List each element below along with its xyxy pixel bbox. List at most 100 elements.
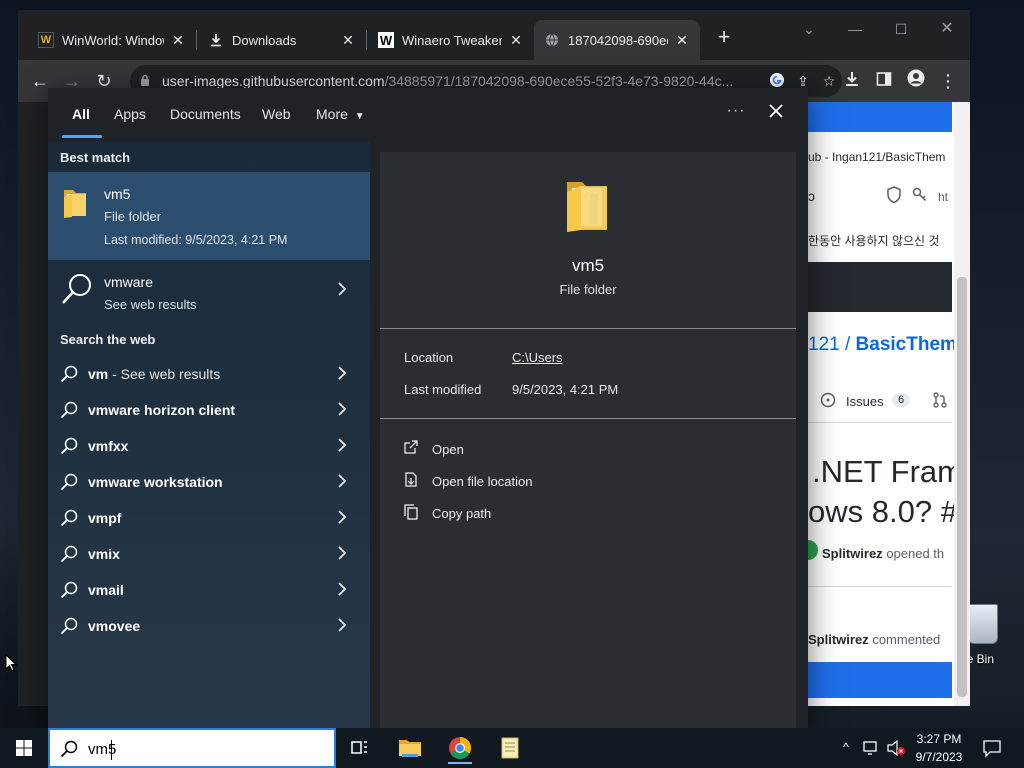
browser-tab-downloads[interactable]: Downloads ✕ [198,20,366,60]
issue-author-link[interactable]: Splitwirez [822,546,883,561]
comment-author-link[interactable]: Splitwirez [808,632,869,647]
suggestion-label: vmfxx [88,438,128,454]
downloads-icon[interactable] [838,67,866,95]
key-icon[interactable] [912,186,930,204]
suggestion-item[interactable]: vmix [48,536,370,572]
action-open[interactable]: Open [380,434,796,464]
divider [808,422,952,423]
side-panel-icon[interactable] [870,67,898,95]
browser-menu-icon[interactable]: ⋮ [934,67,962,95]
chevron-right-icon[interactable] [334,582,350,598]
issues-icon [820,392,836,408]
close-window-button[interactable]: ✕ [924,14,970,44]
pull-request-icon[interactable] [932,392,948,408]
shield-icon[interactable] [886,186,904,204]
tab-web[interactable]: Web [262,106,291,122]
issues-tab[interactable]: Issues [846,394,884,409]
suggestion-bold: vmware workstation [88,474,223,490]
tab-search-chevron-icon[interactable]: ⌄ [786,14,832,44]
suggestion-item[interactable]: vm - See web results [48,356,370,392]
chevron-right-icon[interactable] [334,366,350,382]
chrome-taskbar-button[interactable] [440,732,480,764]
folder-large-icon [564,176,610,232]
page-scrollbar[interactable] [954,102,970,706]
action-label: Open [432,442,464,457]
profile-avatar-icon[interactable] [902,67,930,95]
chevron-right-icon[interactable] [334,474,350,490]
action-copy-path[interactable]: Copy path [380,498,796,528]
suggestion-label: vmware horizon client [88,402,235,418]
close-tab-icon[interactable]: ✕ [340,32,356,49]
best-match-heading: Best match [60,150,131,165]
close-tab-icon[interactable]: ✕ [674,32,690,49]
new-tab-button[interactable]: + [710,24,738,52]
web-result-vmware[interactable]: vmware See web results [48,260,370,322]
task-view-button[interactable] [340,732,380,764]
tab-apps[interactable]: Apps [114,106,146,122]
show-hidden-icons-chevron-icon[interactable]: ^ [838,740,854,754]
tab-more[interactable]: More ▼ [316,106,365,122]
repo-owner-text: 121 / [808,334,856,355]
close-search-button[interactable] [764,100,788,124]
close-tab-icon[interactable]: ✕ [170,32,186,49]
close-tab-icon[interactable]: ✕ [508,32,524,49]
clock-date[interactable]: 9/7/2023 [906,750,972,764]
scrollbar-thumb[interactable] [957,277,967,697]
location-link[interactable]: C:\Users [512,350,563,365]
suggestion-item[interactable]: vmail [48,572,370,608]
chevron-right-icon[interactable] [334,402,350,418]
more-options-icon[interactable]: ··· [724,102,748,120]
repo-name-text: BasicThem [855,334,957,355]
web-result-term: vmware [104,274,154,290]
suggestion-item[interactable]: vmpf [48,500,370,536]
tab-title: 187042098-690ece [568,32,668,48]
tab-documents[interactable]: Documents [170,106,241,122]
volume-muted-icon[interactable] [886,739,906,757]
browser-tab-winaero[interactable]: W Winaero Tweaker ✕ [368,20,534,60]
clock-time[interactable]: 3:27 PM [906,732,972,746]
search-icon [60,740,78,758]
network-icon[interactable] [862,740,880,756]
notifications-icon[interactable] [982,738,1002,758]
suggestion-item[interactable]: vmovee [48,608,370,644]
notepad-taskbar-button[interactable] [490,732,530,764]
search-input[interactable]: vm5 [88,741,116,758]
suggestion-item[interactable]: vmware horizon client [48,392,370,428]
running-indicator [448,762,472,764]
taskbar-search-box[interactable]: vm5 [48,728,336,768]
chevron-right-icon[interactable] [334,546,350,562]
location-label: Location [404,350,454,365]
suggestion-item[interactable]: vmware workstation [48,464,370,500]
results-list: Best match vm5 File folder Last modified… [48,142,370,728]
tab-all[interactable]: All [72,106,90,122]
maximize-button[interactable]: ☐ [878,14,924,44]
search-icon [60,473,78,491]
mouse-cursor-icon [5,653,18,672]
preview-type: File folder [559,282,617,297]
chevron-right-icon[interactable] [334,438,350,454]
suggestion-bold: vmware horizon client [88,402,236,418]
active-tab-indicator [62,135,102,138]
issue-title-line1: .NET Fram [812,454,963,489]
chevron-right-icon[interactable] [334,618,350,634]
chevron-right-icon[interactable] [334,282,350,298]
browser-tab-winworld[interactable]: W WinWorld: Window ✕ [28,20,196,60]
best-match-type: File folder [104,209,162,224]
suggestion-label: vmovee [88,618,140,634]
action-open-file-location[interactable]: Open file location [380,466,796,496]
web-result-sub: See web results [104,297,197,312]
browser-tab-image[interactable]: 187042098-690ece ✕ [534,20,700,60]
repo-owner-link[interactable]: 121 / BasicThem [808,334,957,356]
chevron-right-icon[interactable] [334,510,350,526]
file-explorer-button[interactable] [390,732,430,764]
chevron-partial-icon: ɔ [808,188,815,204]
winworld-favicon-icon: W [38,32,54,48]
best-match-result[interactable]: vm5 File folder Last modified: 9/5/2023,… [48,172,370,260]
minimize-button[interactable]: — [832,14,878,44]
issues-count-badge: 6 [892,393,911,407]
preview-name: vm5 [571,256,605,275]
share-icon[interactable]: ⇪ [790,73,816,90]
page-dark-band [808,262,952,312]
start-button[interactable] [0,728,48,768]
suggestion-item[interactable]: vmfxx [48,428,370,464]
